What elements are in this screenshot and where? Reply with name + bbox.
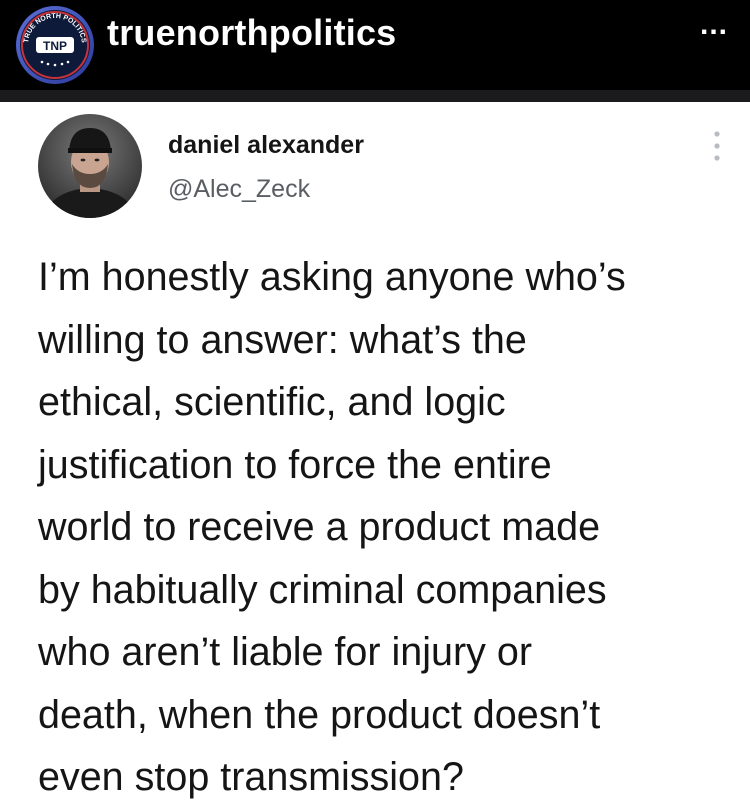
tweet-line: death, when the product doesn’t (38, 692, 601, 737)
tweet-author-handle[interactable]: @Alec_Zeck (168, 174, 310, 204)
tweet-author-name[interactable]: daniel alexander (168, 130, 364, 160)
tweet-line: by habitually criminal companies (38, 567, 607, 612)
tweet-author-avatar[interactable] (38, 114, 142, 218)
tweet-line: who aren’t liable for injury or (38, 630, 532, 674)
instagram-post-header: TRUE NORTH POLITICS TNP truenorthpolitic… (0, 0, 750, 90)
account-avatar[interactable]: TRUE NORTH POLITICS TNP (14, 4, 96, 86)
tweet-card: daniel alexander @Alec_Zeck I’m honestly… (0, 102, 750, 799)
more-options-button[interactable]: ... (700, 10, 728, 40)
tnp-logo-icon: TRUE NORTH POLITICS TNP (16, 6, 94, 84)
vertical-dots-icon[interactable] (712, 126, 722, 166)
tweet-body: I’m honestly asking anyone who’s willing… (38, 246, 728, 809)
profile-photo-icon (38, 114, 142, 218)
tweet-line: willing to answer: what’s the (38, 317, 527, 362)
header-divider (0, 90, 750, 102)
account-username[interactable]: truenorthpolitics (107, 10, 396, 56)
tweet-line: I’m honestly asking anyone who’s (38, 255, 626, 299)
svg-text:TNP: TNP (43, 39, 67, 53)
tweet-line: ethical, scientific, and logic (38, 380, 506, 424)
tweet-line: justification to force the entire (38, 442, 552, 487)
tweet-line: world to receive a product made (38, 505, 601, 549)
tweet-line: even stop transmission? (38, 755, 464, 799)
